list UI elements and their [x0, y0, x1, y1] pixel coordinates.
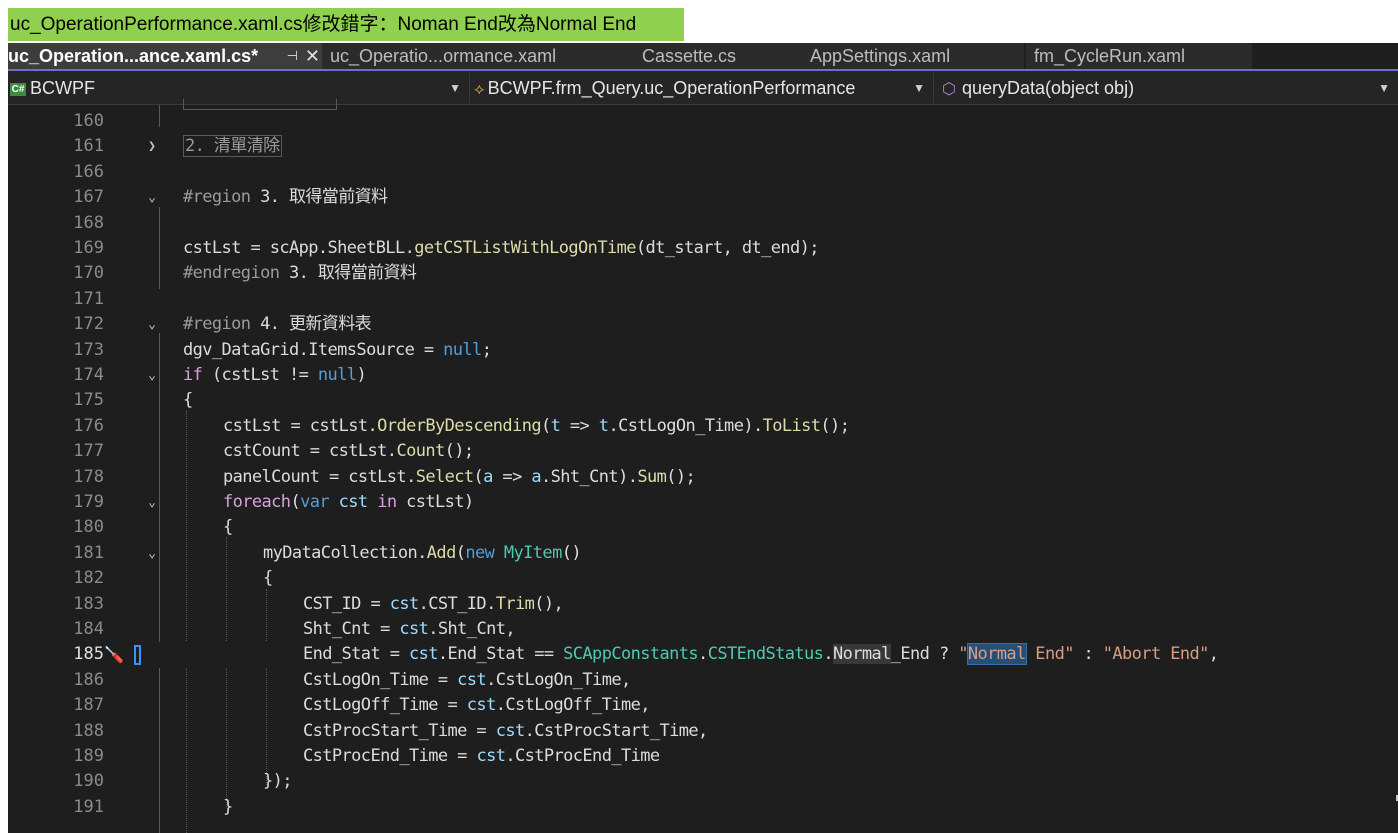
code-line: 190 });: [8, 769, 1398, 794]
screwdriver-icon[interactable]: 🪛: [104, 642, 124, 667]
line-number: 171: [73, 288, 104, 309]
code-line: 166: [8, 160, 1398, 185]
line-number: 178: [73, 466, 104, 487]
line-number: 186: [73, 669, 104, 690]
chevron-down-icon[interactable]: ⌄: [144, 490, 160, 515]
line-number: 185: [73, 644, 104, 665]
line-number: 172: [73, 314, 104, 335]
line-number: 189: [73, 746, 104, 766]
line-number: 180: [73, 517, 104, 538]
code-line: 187 CstLogOff_Time = cst.CstLogOff_Time,: [8, 693, 1398, 718]
tab-appsettings-xaml[interactable]: AppSettings.xaml: [802, 43, 1024, 69]
change-marker: [134, 645, 141, 666]
tab-label: uc_Operation...ance.xaml.cs*: [8, 46, 259, 66]
line-number: 177: [73, 441, 104, 462]
line-number: 179: [73, 492, 104, 512]
code-line: 170 #endregion 3. 取得當前資料: [8, 261, 1398, 286]
line-number: 166: [73, 161, 104, 182]
tab-fm-cyclerun-xaml[interactable]: fm_CycleRun.xaml: [1026, 43, 1252, 69]
class-label: BCWPF.frm_Query.uc_OperationPerformance: [487, 78, 856, 98]
chevron-down-icon: ▼: [913, 81, 925, 95]
code-line: 172 ⌄ #region 4. 更新資料表: [8, 312, 1398, 337]
code-line: 188 CstProcStart_Time = cst.CstProcStart…: [8, 719, 1398, 744]
tab-label: fm_CycleRun.xaml: [1034, 46, 1186, 66]
line-number: 191: [73, 796, 104, 817]
tab-uc-operation-performance-cs[interactable]: uc_Operation...ance.xaml.cs* ⊣ ✕: [8, 43, 326, 69]
line-number: 174: [73, 365, 104, 385]
current-code-line: 185 🪛 End_Stat = cst.End_Stat == SCAppCo…: [8, 642, 1398, 668]
project-label: BCWPF: [30, 78, 95, 98]
csharp-file-icon: C#: [10, 82, 26, 96]
line-number: 173: [73, 339, 104, 360]
code-line: 180 {: [8, 515, 1398, 540]
code-line: 191 }: [8, 795, 1398, 820]
code-line: 186 CstLogOn_Time = cst.CstLogOn_Time,: [8, 668, 1398, 693]
tab-label: AppSettings.xaml: [810, 46, 951, 66]
close-icon[interactable]: ✕: [305, 43, 320, 69]
code-line: 189 CstProcEnd_Time = cst.CstProcEnd_Tim…: [8, 744, 1398, 769]
chevron-down-icon[interactable]: ⌄: [144, 312, 160, 337]
code-line: 177 cstCount = cstLst.Count();: [8, 439, 1398, 464]
line-number: 190: [73, 771, 104, 792]
document-tab-bar: uc_Operation...ance.xaml.cs* ⊣ ✕ uc_Oper…: [8, 43, 1398, 71]
tab-label: Cassette.cs: [642, 46, 737, 66]
code-line: 176 cstLst = cstLst.OrderByDescending(t …: [8, 414, 1398, 439]
code-line: 181 ⌄ myDataCollection.Add(new MyItem(): [8, 541, 1398, 566]
line-number: 187: [73, 695, 104, 716]
line-number: 188: [73, 720, 104, 741]
code-line: 182 {: [8, 566, 1398, 591]
chevron-down-icon: ▼: [1378, 81, 1390, 95]
line-number: 184: [73, 619, 104, 639]
tab-uc-operation-performance-xaml[interactable]: uc_Operatio...ormance.xaml: [322, 43, 640, 69]
chevron-down-icon[interactable]: ⌄: [144, 185, 160, 210]
line-number: 176: [73, 415, 104, 436]
member-dropdown[interactable]: ⬡ queryData(object obj) ▼: [934, 73, 1398, 103]
code-editor[interactable]: 160 161 ❯ 2. 清單清除 166 167 ⌄ #region 3. 取…: [8, 99, 1398, 833]
line-number: 160: [73, 111, 104, 131]
chevron-down-icon: ▼: [449, 81, 461, 95]
code-line: 174 ⌄ if (cstLst != null): [8, 363, 1398, 388]
code-line: 184 Sht_Cnt = cst.Sht_Cnt,: [8, 617, 1398, 642]
member-label: queryData(object obj): [961, 78, 1135, 98]
line-number: 169: [73, 238, 104, 258]
tab-label: uc_Operatio...ormance.xaml: [330, 46, 557, 66]
class-icon: ⟡: [474, 81, 485, 98]
line-number: 175: [73, 390, 104, 411]
line-number: 183: [73, 593, 104, 614]
chevron-right-icon[interactable]: ❯: [144, 134, 160, 159]
code-line: 173 dgv_DataGrid.ItemsSource = null;: [8, 338, 1398, 363]
code-line: 160: [8, 109, 1398, 134]
line-number: 182: [73, 568, 104, 589]
chevron-down-icon[interactable]: ⌄: [144, 541, 160, 566]
method-cube-icon: ⬡: [942, 81, 956, 98]
tab-cassette-cs[interactable]: Cassette.cs: [634, 43, 802, 69]
line-number: 161: [73, 136, 104, 157]
code-line: 179 ⌄ foreach(var cst in cstLst): [8, 490, 1398, 515]
line-number: 167: [73, 187, 104, 208]
visual-studio-editor-window: uc_Operation...ance.xaml.cs* ⊣ ✕ uc_Oper…: [8, 43, 1398, 833]
pin-icon[interactable]: ⊣: [287, 43, 298, 69]
code-line: 167 ⌄ #region 3. 取得當前資料: [8, 185, 1398, 210]
code-line: 171: [8, 287, 1398, 312]
code-line: 175 {: [8, 388, 1398, 413]
code-line: 168: [8, 211, 1398, 236]
code-line: 169 cstLst = scApp.SheetBLL.getCSTListWi…: [8, 236, 1398, 261]
line-number: 168: [73, 212, 104, 233]
line-number: 181: [73, 542, 104, 563]
chevron-down-icon[interactable]: ⌄: [144, 363, 160, 388]
class-dropdown[interactable]: ⟡ BCWPF.frm_Query.uc_OperationPerformance…: [470, 73, 934, 103]
code-line: 178 panelCount = cstLst.Select(a => a.Sh…: [8, 465, 1398, 490]
line-number: 170: [73, 263, 104, 284]
code-line: 183 CST_ID = cst.CST_ID.Trim(),: [8, 592, 1398, 617]
collapsed-region-label[interactable]: 2. 清單清除: [183, 135, 282, 158]
annotation-banner: uc_OperationPerformance.xaml.cs修改錯字：Noma…: [8, 8, 684, 41]
code-line: 161 ❯ 2. 清單清除: [8, 134, 1398, 159]
